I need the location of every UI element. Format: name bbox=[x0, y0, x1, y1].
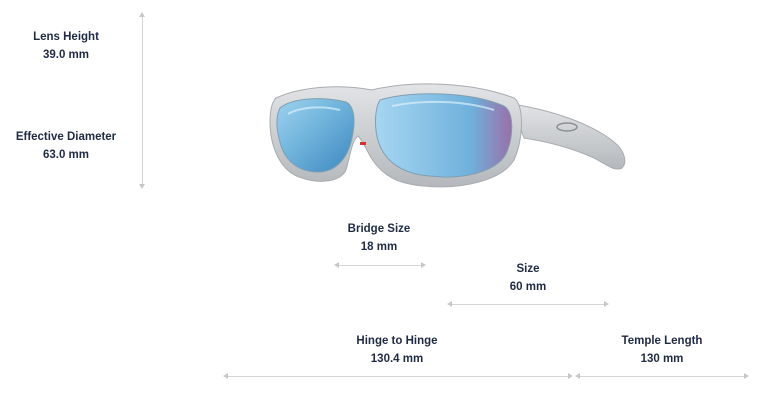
size-arrow-right bbox=[604, 301, 609, 307]
hinge-arrow-right bbox=[568, 373, 573, 379]
size-label: Size 60 mm bbox=[478, 260, 578, 296]
vertical-measure-line bbox=[142, 16, 143, 186]
size-arrow-left bbox=[447, 301, 452, 307]
bridge-size-value: 18 mm bbox=[360, 241, 398, 253]
temple-arrow-right bbox=[744, 373, 749, 379]
lens-height-title: Lens Height bbox=[33, 31, 99, 43]
size-line bbox=[450, 304, 606, 305]
effective-diameter-value: 63.0 mm bbox=[42, 149, 90, 161]
bridge-size-line bbox=[337, 265, 423, 266]
temple-length-value: 130 mm bbox=[640, 353, 684, 365]
effective-diameter-title: Effective Diameter bbox=[15, 131, 117, 143]
hinge-to-hinge-value: 130.4 mm bbox=[370, 353, 424, 365]
bridge-arrow-left bbox=[334, 262, 339, 268]
hinge-to-hinge-title: Hinge to Hinge bbox=[356, 335, 438, 347]
hinge-to-hinge-line bbox=[226, 376, 570, 377]
bridge-size-label: Bridge Size 18 mm bbox=[330, 220, 428, 256]
bridge-arrow-right bbox=[421, 262, 426, 268]
bridge-size-title: Bridge Size bbox=[347, 223, 411, 235]
temple-arm bbox=[511, 103, 626, 170]
vertical-arrow-bottom bbox=[139, 184, 145, 189]
size-value: 60 mm bbox=[509, 281, 547, 293]
lens-height-label: Lens Height 39.0 mm bbox=[8, 28, 124, 64]
temple-length-line bbox=[578, 376, 746, 377]
temple-length-label: Temple Length 130 mm bbox=[610, 332, 714, 368]
hinge-arrow-left bbox=[223, 373, 228, 379]
vertical-arrow-top bbox=[139, 12, 145, 17]
temple-length-title: Temple Length bbox=[621, 335, 703, 347]
hinge-to-hinge-label: Hinge to Hinge 130.4 mm bbox=[342, 332, 452, 368]
effective-diameter-label: Effective Diameter 63.0 mm bbox=[6, 128, 126, 164]
sunglasses-icon bbox=[269, 83, 626, 188]
size-title: Size bbox=[516, 263, 540, 275]
temple-arrow-left bbox=[575, 373, 580, 379]
lens-height-value: 39.0 mm bbox=[42, 49, 90, 61]
bridge-detail bbox=[360, 142, 366, 145]
